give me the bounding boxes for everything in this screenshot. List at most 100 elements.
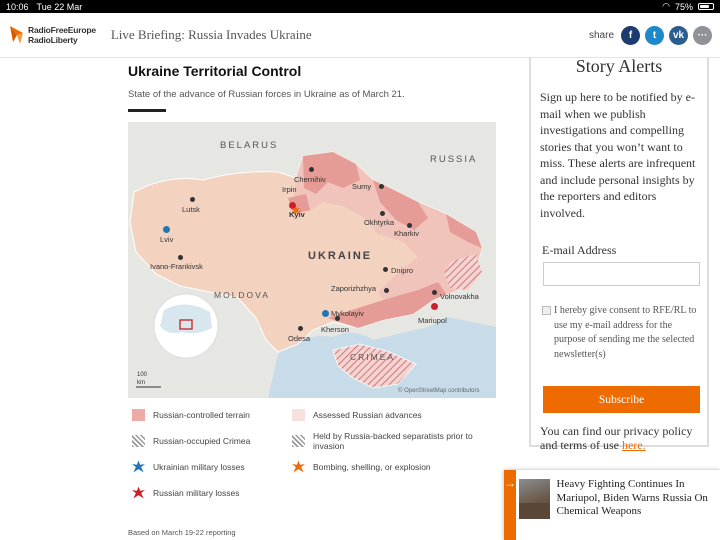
city-marker-zaporizhzhya[interactable] [383,287,389,293]
city-label-chernihiv: Chernihiv [294,175,326,184]
vk-share-button[interactable]: vk [669,25,688,45]
city-marker-kherson[interactable] [334,315,340,321]
live-briefing-title[interactable]: Live Briefing: Russia Invades Ukraine [111,27,312,43]
city-marker-sumy[interactable] [378,183,384,189]
ukrainian-loss-icon [132,460,145,473]
legend-label: Assessed Russian advances [313,409,422,420]
consent-checkbox[interactable] [542,306,551,315]
site-header: RadioFreeEurope RadioLiberty Live Briefi… [0,13,720,58]
rferl-logo[interactable]: RadioFreeEurope RadioLiberty [8,24,96,46]
legend-item: Russian-occupied Crimea [128,433,288,448]
city-marker-lviv[interactable] [162,225,170,233]
rferl-logo-icon [10,26,23,44]
related-arrow-icon[interactable]: → [504,470,516,540]
more-share-button[interactable]: ··· [693,25,712,45]
article: Ukraine Territorial Control State of the… [128,58,498,500]
city-label-kherson: Kherson [321,325,349,334]
scale-unit: km [137,380,145,386]
logo-line-2: RadioLiberty [28,35,78,45]
legend-label: Russian-occupied Crimea [153,435,251,446]
privacy-note-text: You can find our privacy policy and term… [540,424,693,452]
status-bar: 10:06 Tue 22 Mar ◠ 75% [0,0,720,13]
label-moldova: MOLDOVA [214,290,270,300]
legend-label: Russian-controlled terrain [153,409,250,420]
legend-item: Russian military losses [128,485,288,500]
russian-controlled-swatch [132,408,145,421]
share-label: share [588,29,614,41]
scale-value: 100 [137,372,148,378]
facebook-icon: f [628,29,633,41]
city-marker-mykolayiv[interactable] [321,309,329,317]
article-title: Ukraine Territorial Control [128,63,302,79]
city-marker-okhtyrka[interactable] [379,210,385,216]
story-alerts-panel: Story Alerts Sign up here to be notified… [529,56,709,452]
advances-swatch [292,408,305,421]
map-attribution: © OpenStreetMap contributors [398,388,480,394]
legend-label: Russian military losses [153,487,240,498]
crimea-hatch-swatch [132,434,145,447]
label-russia: RUSSIA [430,154,478,165]
twitter-icon: t [652,29,657,41]
consent-text: I hereby give consent to RFE/RL to use m… [554,305,697,360]
map-legend: Russian-controlled terrain Assessed Russi… [128,407,498,500]
reporting-note: Based on March 19-22 reporting [128,528,236,537]
email-field[interactable] [543,262,700,286]
legend-label: Bombing, shelling, or explosion [313,461,431,472]
city-marker-irpin[interactable] [288,201,296,209]
wifi-icon: ◠ [662,1,670,11]
label-crimea: CRIMEA [350,352,396,362]
privacy-link[interactable]: here. [622,438,646,452]
email-label: E-mail Address [542,243,617,257]
status-battery-text: 75% [674,1,693,12]
status-time: 10:06 [6,1,29,12]
legend-item: Ukrainian military losses [128,459,288,474]
consent-row[interactable]: I hereby give consent to RFE/RL to use m… [542,304,702,362]
logo-line-1: RadioFreeEurope [28,25,96,35]
article-subtitle: State of the advance of Russian forces i… [128,89,405,100]
subscribe-button[interactable]: Subscribe [543,386,700,413]
status-date: Tue 22 Mar [36,1,83,12]
legend-item: Bombing, shelling, or explosion [288,459,498,474]
story-alerts-text: Sign up here to be notified by e-mail wh… [540,90,696,220]
city-label-odesa: Odesa [288,334,311,343]
facebook-share-button[interactable]: f [621,25,640,45]
privacy-note: You can find our privacy policy and term… [540,424,707,452]
city-marker-ivano-frankivsk[interactable] [177,254,183,260]
story-alerts-title: Story Alerts [575,56,663,76]
city-label-okhtyrka: Okhtyrka [364,218,395,227]
battery-icon [698,3,714,10]
label-ukraine: UKRAINE [308,250,373,262]
vk-icon: vk [672,29,685,41]
separatist-hatch-swatch [292,434,305,447]
city-label-volnovakha: Volnovakha [440,292,479,301]
city-marker-volnovakha[interactable] [431,289,437,295]
legend-item: Assessed Russian advances [288,407,498,422]
city-label-lviv: Lviv [160,235,174,244]
legend-label: Ukrainian military losses [153,461,245,472]
city-label-irpin: Irpin [282,185,297,194]
city-marker-chernihiv[interactable] [308,166,314,172]
title-rule [128,109,166,112]
story-headline[interactable]: Heavy Fighting Continues In Mariupol, Bi… [557,478,720,540]
city-label-kharkiv: Kharkiv [394,229,420,238]
share-bar: share f t vk ··· [588,25,712,45]
city-marker-dnipro[interactable] [382,266,388,272]
city-label-dnipro: Dnipro [391,266,414,275]
city-label-sumy: Sumy [352,182,372,191]
city-marker-lutsk[interactable] [189,196,195,202]
explosion-icon [292,460,305,473]
city-marker-kharkiv[interactable] [406,222,412,228]
city-label-kyiv: Kyiv [289,210,305,219]
legend-item: Held by Russia-backed separatists prior … [288,430,498,451]
legend-label: Held by Russia-backed separatists prior … [313,430,473,451]
twitter-share-button[interactable]: t [645,25,664,45]
label-belarus: BELARUS [220,140,279,151]
ukraine-map[interactable]: BELARUS RUSSIA UKRAINE MOLDOVA CRIMEA 10… [128,122,496,398]
more-icon: ··· [697,29,708,41]
story-thumbnail[interactable] [519,479,550,519]
city-marker-odesa[interactable] [297,325,303,331]
legend-item: Russian-controlled terrain [128,407,288,422]
city-label-mariupol: Mariupol [418,316,447,325]
city-marker-mariupol[interactable] [430,302,438,310]
related-story-card[interactable]: → Heavy Fighting Continues In Mariupol, … [504,470,720,540]
